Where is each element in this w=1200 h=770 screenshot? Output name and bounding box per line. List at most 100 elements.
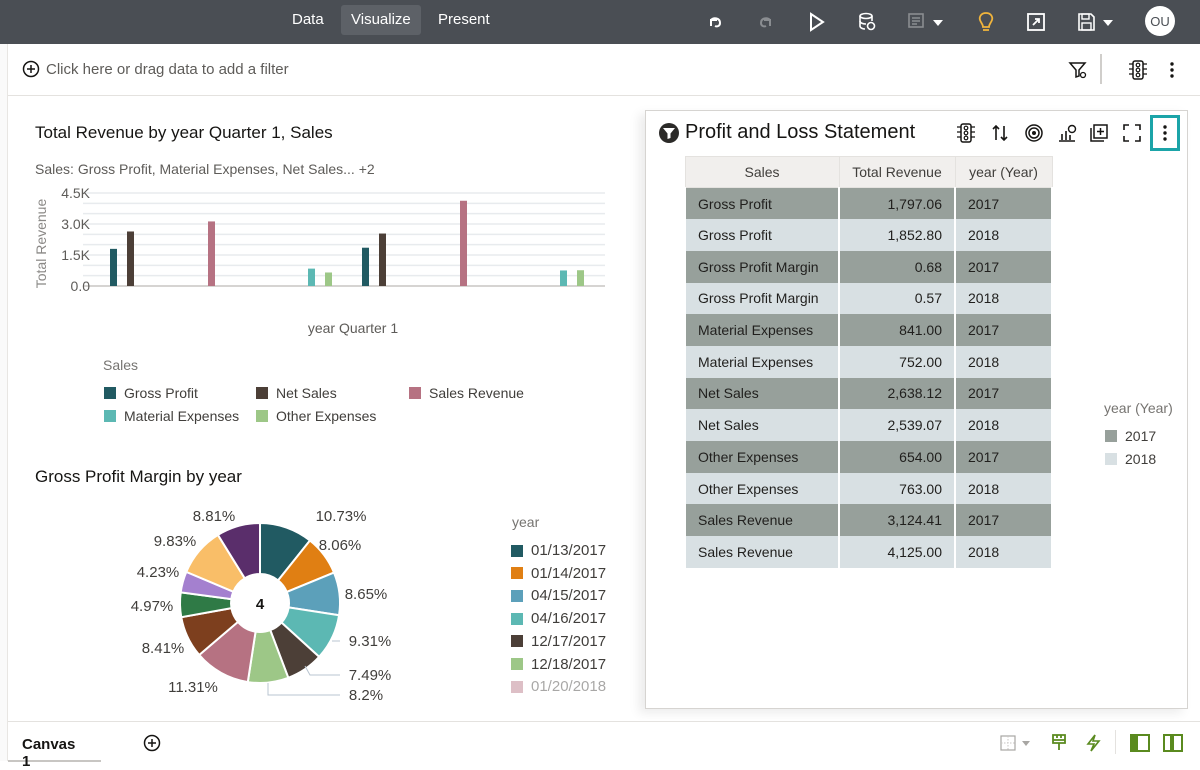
- leader-line: [304, 665, 340, 676]
- legend-label: 01/14/2017: [531, 564, 607, 582]
- legend-label: 04/15/2017: [531, 587, 607, 605]
- chart-analytics-icon[interactable]: [1055, 121, 1079, 145]
- table-row[interactable]: Net Sales 2,638.12 2017: [684, 377, 1053, 410]
- brush-format-icon[interactable]: [1048, 732, 1070, 754]
- slice-label: 8.06%: [319, 537, 362, 554]
- legend-item-material-expenses[interactable]: Material Expenses: [104, 408, 239, 424]
- donut-center-label: 4: [256, 596, 265, 613]
- filter-settings-icon[interactable]: [1066, 58, 1090, 82]
- cell-total-revenue: 654.00: [838, 441, 956, 473]
- pie-legend-item[interactable]: 04/15/2017: [511, 587, 606, 604]
- tab-data[interactable]: Data: [282, 5, 334, 35]
- bar-chart-filter-summary[interactable]: Sales: Gross Profit, Material Expenses, …: [35, 161, 375, 177]
- cell-sales: Other Expenses: [684, 441, 840, 473]
- table-row[interactable]: Gross Profit 1,797.06 2017: [684, 187, 1053, 220]
- redo-icon[interactable]: [752, 8, 780, 36]
- pie-legend-item[interactable]: 01/14/2017: [511, 565, 606, 582]
- refresh-data-icon[interactable]: [853, 8, 881, 36]
- traffic-light-icon[interactable]: [1126, 58, 1150, 82]
- layout-grid-icon[interactable]: [998, 732, 1040, 754]
- legend-label: 12/18/2017: [531, 655, 607, 673]
- column-header-year[interactable]: year (Year): [954, 156, 1053, 188]
- more-options-icon[interactable]: [1160, 58, 1184, 82]
- legend-item-sales-revenue[interactable]: Sales Revenue: [409, 385, 524, 401]
- maximize-icon[interactable]: [1120, 121, 1144, 145]
- add-canvas-icon[interactable]: [141, 732, 163, 754]
- legend-item-other-expenses[interactable]: Other Expenses: [256, 408, 376, 424]
- filter-funnel-icon[interactable]: [658, 122, 680, 144]
- conditional-format-icon[interactable]: [954, 121, 978, 145]
- toggle-right-panel-icon[interactable]: [1162, 732, 1184, 754]
- table-header-row: Sales Total Revenue year (Year): [684, 156, 1053, 188]
- legend-swatch: [104, 410, 116, 422]
- column-header-total-revenue[interactable]: Total Revenue: [838, 156, 956, 188]
- bar: [577, 270, 584, 286]
- y-tick-label: 3.0K: [61, 216, 90, 232]
- pl-legend-title: year (Year): [1104, 400, 1173, 416]
- cell-total-revenue: 1,852.80: [838, 219, 956, 251]
- legend-swatch: [256, 410, 268, 422]
- pie-legend-item[interactable]: 12/18/2017: [511, 656, 606, 673]
- legend-label: 2017: [1125, 428, 1157, 444]
- pie-legend-item[interactable]: 01/20/2018: [511, 678, 606, 695]
- undo-icon[interactable]: [701, 8, 729, 36]
- viz-menu-button[interactable]: [1150, 115, 1180, 151]
- sort-icon[interactable]: [988, 121, 1012, 145]
- run-icon[interactable]: [803, 8, 831, 36]
- filter-bar: Click here or drag data to add a filter: [8, 44, 1200, 96]
- user-avatar[interactable]: OU: [1145, 6, 1175, 36]
- slice-label: 9.31%: [349, 633, 392, 650]
- profit-loss-panel: Profit and Loss Statement Sales Total Re…: [645, 110, 1188, 709]
- legend-item-gross-profit[interactable]: Gross Profit: [104, 385, 198, 401]
- pie-legend-item[interactable]: 01/13/2017: [511, 542, 606, 559]
- slice-label: 8.41%: [142, 640, 185, 657]
- legend-item-2018[interactable]: 2018: [1105, 451, 1156, 467]
- table-row[interactable]: Sales Revenue 3,124.41 2017: [684, 504, 1053, 537]
- table-row[interactable]: Material Expenses 841.00 2017: [684, 314, 1053, 346]
- pl-title: Profit and Loss Statement: [658, 121, 915, 144]
- legend-label: Other Expenses: [276, 408, 377, 424]
- bar-chart: 0.0 1.5K 3.0K 4.5K Total Revenue year Quarter…: [33, 185, 605, 336]
- column-header-sales[interactable]: Sales: [684, 156, 840, 188]
- pie-legend-item[interactable]: 04/16/2017: [511, 610, 606, 627]
- bar: [110, 248, 117, 286]
- tab-visualize[interactable]: Visualize: [341, 5, 421, 35]
- bar-legend-title: Sales: [103, 357, 139, 373]
- tab-present[interactable]: Present: [428, 5, 500, 35]
- table-row[interactable]: Other Expenses 654.00 2017: [684, 441, 1053, 473]
- slice-label: 8.2%: [349, 687, 383, 704]
- legend-label: Gross Profit: [124, 385, 198, 401]
- comment-icon[interactable]: [904, 8, 950, 36]
- bar: [127, 231, 134, 286]
- bar: [308, 268, 315, 286]
- add-filter-button[interactable]: Click here or drag data to add a filter: [22, 60, 289, 78]
- canvas-tab-1[interactable]: Canvas 1: [8, 722, 101, 770]
- legend-item-net-sales[interactable]: Net Sales: [256, 385, 337, 401]
- target-icon[interactable]: [1022, 121, 1046, 145]
- table-row[interactable]: Gross Profit Margin 0.68 2017: [684, 250, 1053, 283]
- cell-total-revenue: 752.00: [838, 345, 956, 378]
- legend-swatch: [1105, 453, 1117, 465]
- legend-label: Sales Revenue: [429, 385, 524, 401]
- table-row[interactable]: Sales Revenue 4,125.00 2018: [684, 536, 1053, 568]
- pie-legend-item[interactable]: 12/17/2017: [511, 633, 606, 650]
- legend-item-2017[interactable]: 2017: [1105, 428, 1156, 444]
- more-vertical-icon: [1163, 125, 1167, 141]
- toggle-left-panel-icon[interactable]: [1129, 732, 1151, 754]
- table-row[interactable]: Other Expenses 763.00 2018: [684, 472, 1053, 505]
- cell-sales: Net Sales: [684, 409, 840, 441]
- table-row[interactable]: Net Sales 2,539.07 2018: [684, 409, 1053, 441]
- export-icon[interactable]: [1022, 8, 1050, 36]
- table-row[interactable]: Gross Profit 1,852.80 2018: [684, 219, 1053, 251]
- add-to-canvas-icon[interactable]: [1087, 121, 1111, 145]
- slice-label: 9.83%: [154, 533, 197, 550]
- legend-swatch: [104, 387, 116, 399]
- insights-bulb-icon[interactable]: [972, 8, 1000, 36]
- table-row[interactable]: Gross Profit Margin 0.57 2018: [684, 282, 1053, 315]
- cell-total-revenue: 2,638.12: [838, 377, 956, 410]
- save-icon[interactable]: [1074, 8, 1120, 36]
- leader-line: [267, 683, 340, 696]
- auto-apply-lightning-icon[interactable]: [1082, 732, 1104, 754]
- table-row[interactable]: Material Expenses 752.00 2018: [684, 345, 1053, 378]
- legend-swatch: [511, 612, 523, 625]
